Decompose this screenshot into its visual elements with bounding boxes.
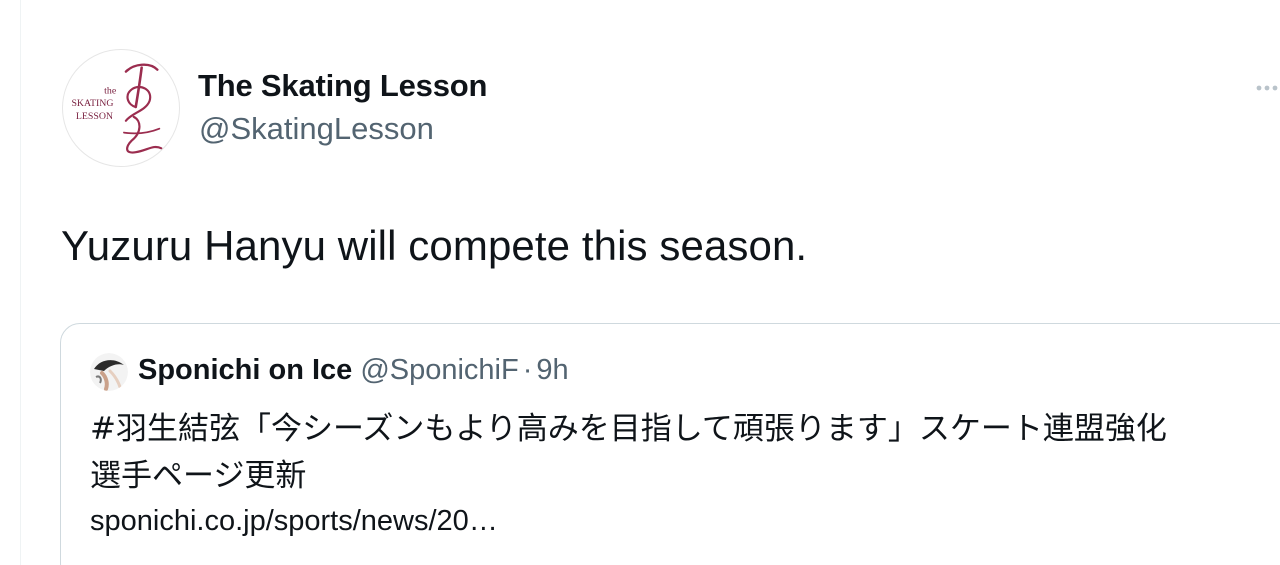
skater-avatar-icon xyxy=(90,353,128,391)
quoted-author-avatar[interactable] xyxy=(90,353,128,391)
svg-text:SKATING: SKATING xyxy=(71,98,113,109)
quoted-author-display-name[interactable]: Sponichi on Ice xyxy=(138,354,352,386)
quoted-tweet-header: Sponichi on Ice @SponichiF · 9h xyxy=(138,354,569,387)
timeline-border xyxy=(20,0,21,565)
author-handle[interactable]: @SkatingLesson xyxy=(199,111,434,147)
more-options-button[interactable] xyxy=(1252,78,1280,98)
quoted-tweet-text-line-2: 選手ページ更新 xyxy=(90,458,307,494)
svg-text:LESSON: LESSON xyxy=(76,111,113,122)
svg-text:the: the xyxy=(104,85,117,96)
skating-lesson-logo-icon: the SKATING LESSON xyxy=(71,63,163,154)
author-display-name[interactable]: The Skating Lesson xyxy=(198,68,487,104)
author-avatar[interactable]: the SKATING LESSON xyxy=(62,49,180,167)
tweet-page: the SKATING LESSON The Skating Lesson @S… xyxy=(0,0,1280,565)
quoted-header-separator: · xyxy=(522,354,533,386)
quoted-tweet-text-line-1: #羽生結弦「今シーズンもより高みを目指して頑張ります」スケート連盟強化 xyxy=(90,411,1167,447)
quoted-author-handle[interactable]: @SponichiF xyxy=(360,354,518,386)
ellipsis-icon xyxy=(1256,85,1278,91)
tweet-text: Yuzuru Hanyu will compete this season. xyxy=(61,222,808,269)
quoted-tweet-timestamp[interactable]: 9h xyxy=(536,354,568,386)
quoted-tweet-link[interactable]: sponichi.co.jp/sports/news/20… xyxy=(90,505,498,538)
quoted-tweet-text: #羽生結弦「今シーズンもより高みを目指して頑張ります」スケート連盟強化 選手ペー… xyxy=(90,406,1250,500)
